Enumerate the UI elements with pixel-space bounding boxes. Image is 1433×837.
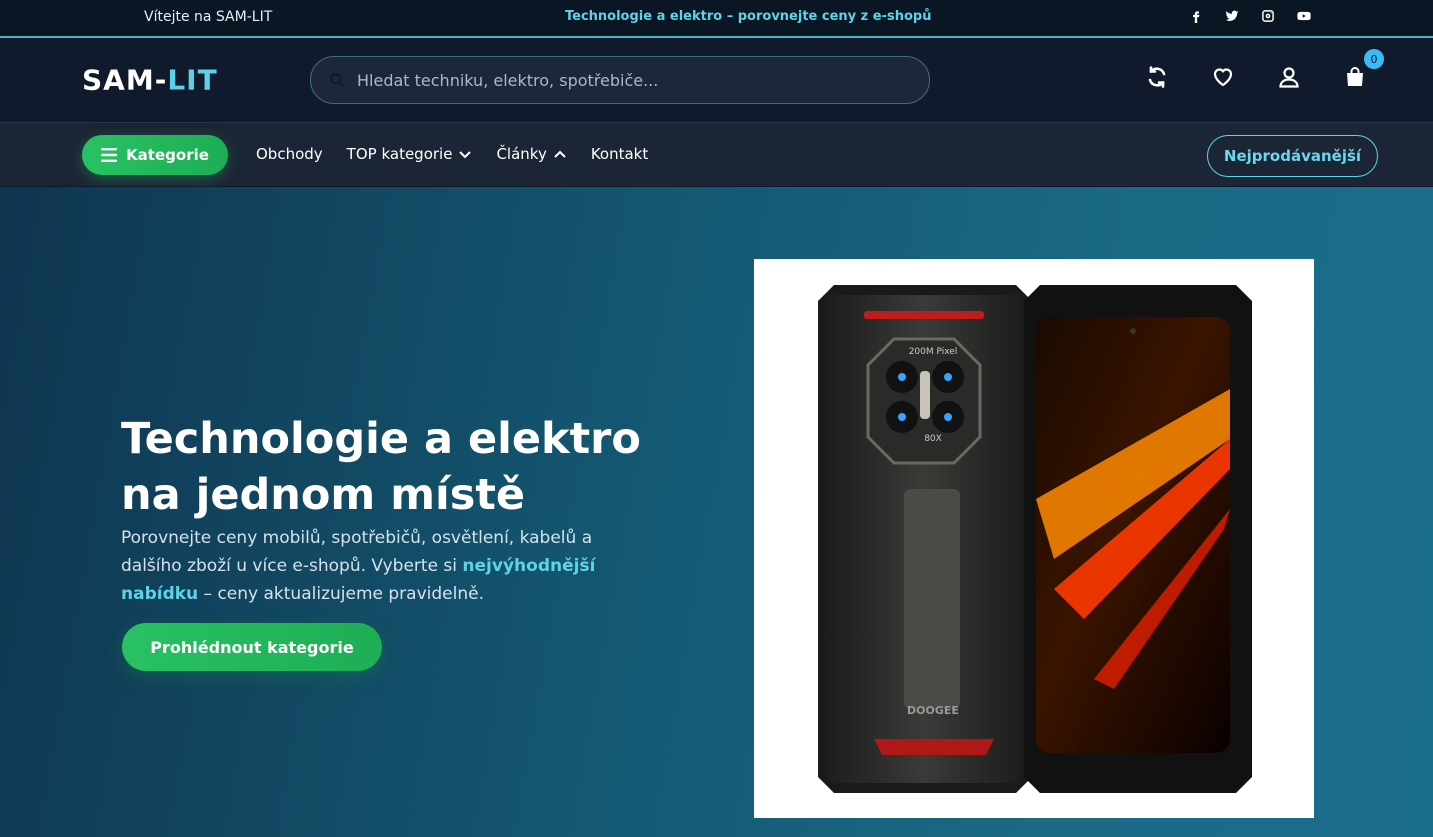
compare-icon[interactable] (1145, 65, 1169, 89)
nav-link-kontakt[interactable]: Kontakt (591, 145, 648, 163)
search-icon (330, 73, 344, 87)
cart-count-badge: 0 (1364, 49, 1384, 69)
hero-description: Porovnejte ceny mobilů, spotřebičů, osvě… (121, 524, 641, 608)
bestsellers-button[interactable]: Nejprodávanější (1207, 135, 1378, 177)
logo-part-1: SAM- (82, 63, 168, 97)
logo-part-2: LIT (167, 63, 218, 97)
categories-button[interactable]: Kategorie (82, 135, 228, 175)
categories-label: Kategorie (126, 146, 209, 164)
product-image[interactable]: 200M Pixel 80X DOOGEE (754, 259, 1314, 818)
bag-icon[interactable]: 0 (1343, 49, 1384, 89)
site-logo[interactable]: SAM-LIT (82, 64, 218, 97)
nav-link-label: Kontakt (590, 145, 649, 163)
instagram-icon[interactable] (1261, 9, 1275, 23)
nav-link-label: Články (496, 145, 547, 163)
search-input[interactable] (357, 70, 897, 90)
heart-icon[interactable] (1211, 65, 1235, 89)
social-links (1189, 9, 1311, 23)
hero-section: Technologie a elektro na jednom místě Po… (0, 187, 1433, 837)
promo-text: Technologie a elektro – porovnejte ceny … (565, 9, 932, 24)
nav-link-label: TOP kategorie (346, 145, 453, 163)
search-bar (310, 56, 930, 104)
camera-label: 200M Pixel (909, 347, 958, 357)
nav-link-obchody[interactable]: Obchody (256, 145, 323, 163)
menu-icon (101, 148, 118, 162)
header-icons: 0 (1145, 49, 1384, 89)
zoom-label: 80X (924, 434, 942, 444)
browse-categories-button[interactable]: Prohlédnout kategorie (122, 623, 382, 671)
hero-title: Technologie a elektro na jednom místě (121, 414, 641, 520)
welcome-text: Vítejte na SAM-LIT (144, 9, 273, 25)
top-bar: Vítejte na SAM-LIT Technologie a elektro… (0, 0, 1433, 38)
brand-label: DOOGEE (907, 704, 959, 717)
hero-desc-part2: – ceny aktualizujeme pravidelně. (198, 584, 484, 604)
phone-illustration: 200M Pixel 80X DOOGEE (818, 285, 1252, 793)
nav-link-label: Obchody (256, 145, 323, 163)
nav-links: Obchody TOP kategorie Články Kontakt (256, 145, 648, 163)
nav-link-top-kategorie[interactable]: TOP kategorie (347, 145, 473, 163)
chevron-down-icon (459, 151, 472, 159)
user-icon[interactable] (1277, 65, 1301, 89)
youtube-icon[interactable] (1297, 9, 1311, 23)
nav-link-clanky[interactable]: Články (496, 145, 566, 163)
main-nav: Kategorie Obchody TOP kategorie Články K… (0, 123, 1433, 186)
twitter-icon[interactable] (1225, 9, 1239, 23)
facebook-icon[interactable] (1189, 9, 1203, 23)
main-header: SAM-LIT 0 (0, 38, 1433, 123)
chevron-up-icon (554, 150, 566, 158)
